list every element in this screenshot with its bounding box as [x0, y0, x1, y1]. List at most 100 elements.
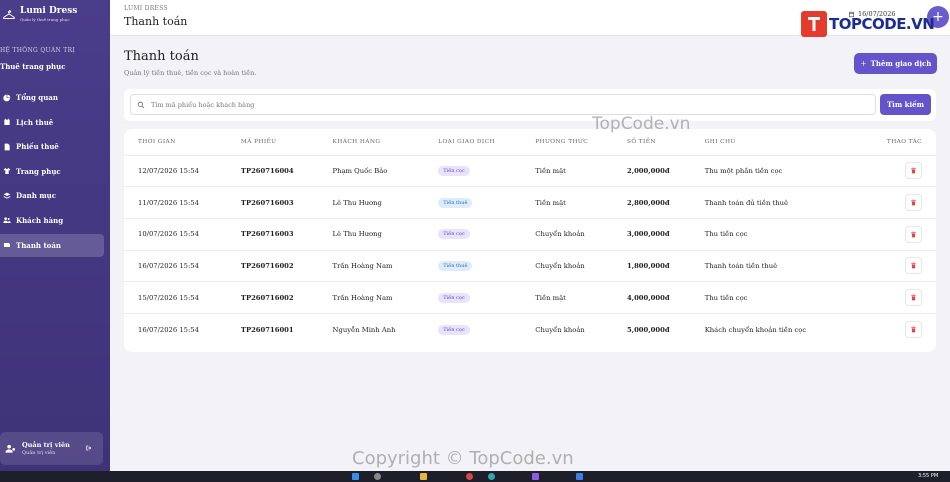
browser-icon[interactable] — [466, 473, 473, 480]
cell-method: Tiền mặt — [521, 186, 613, 219]
sidebar-item-label: Lịch thuê — [16, 117, 54, 127]
cell-time: 16/07/2026 15:54 — [124, 312, 227, 346]
layers-icon — [2, 191, 11, 200]
search-input[interactable] — [151, 100, 851, 109]
topcode-logo-mark-icon — [801, 11, 827, 37]
cell-code: TP260716004 — [226, 154, 319, 187]
cell-actions — [849, 312, 936, 346]
brand-name: Lumi Dress — [20, 6, 78, 16]
sidebar-item-6[interactable]: Thanh toán — [0, 233, 104, 257]
breadcrumb-page: Thanh toán — [124, 15, 188, 28]
search-button[interactable]: Tìm kiếm — [880, 94, 931, 115]
sidebar-group-title: Thuê trang phục — [0, 62, 66, 71]
sidebar-item-label: Thanh toán — [16, 240, 61, 250]
cell-note: Thu một phần tiền cọc — [690, 154, 850, 187]
sidebar-section-title: HỆ THỐNG QUẢN TRỊ — [0, 47, 76, 54]
cell-code: TP260716003 — [226, 217, 319, 251]
sidebar-nav: Tổng quan Lịch thuê Phiếu thuê Trang phục Da… — [0, 86, 110, 258]
cell-type: Tiền cọc — [424, 217, 522, 251]
cell-type: Tiền cọc — [424, 281, 522, 314]
page-title: Thanh toán — [124, 49, 199, 64]
cell-amount: 1,800,000đ — [612, 249, 691, 282]
page-subtitle: Quản lý tiền thuê, tiền cọc và hoàn tiền… — [124, 69, 257, 77]
cell-type: Tiền cọc — [424, 154, 522, 187]
plus-icon — [860, 61, 866, 66]
cell-method: Tiền mặt — [521, 154, 613, 187]
sidebar-item-1[interactable]: Lịch thuê — [0, 111, 104, 134]
user-avatar-icon — [5, 444, 16, 453]
trash-icon — [911, 167, 916, 174]
payments-table: THỜI GIAN MÃ PHIẾU KHÁCH HÀNG LOẠI GIAO DỊC… — [124, 129, 936, 346]
delete-button[interactable] — [905, 194, 922, 212]
cell-time: 10/07/2026 15:54 — [124, 217, 227, 251]
table-row: 10/07/2026 15:54 TP260716003 Lê Thu Hương T… — [124, 217, 936, 251]
column-header: LOẠI GIAO DỊCH — [438, 138, 495, 145]
edge-icon[interactable] — [488, 473, 495, 480]
table-row: 16/07/2026 15:54 TP260716002 Trần Hoàng Na… — [124, 249, 936, 282]
app-icon[interactable] — [532, 473, 539, 480]
trash-icon — [911, 294, 916, 301]
delete-button[interactable] — [905, 289, 922, 307]
table-row: 16/07/2026 15:54 TP260716001 Nguyễn Minh A… — [124, 312, 936, 346]
brand[interactable]: Lumi Dress Quản lý thuê trang phục — [2, 6, 77, 23]
cell-time: 16/07/2026 15:54 — [124, 249, 227, 282]
sidebar-item-3[interactable]: Trang phục — [0, 160, 104, 183]
sidebar-item-2[interactable]: Phiếu thuê — [0, 135, 104, 158]
cell-time: 15/07/2026 15:54 — [124, 281, 227, 314]
cell-actions — [849, 186, 936, 219]
delete-button[interactable] — [905, 257, 922, 275]
file-icon — [2, 142, 11, 151]
cell-customer: Trần Hoàng Nam — [318, 281, 425, 314]
cell-method: Tiền mặt — [521, 281, 613, 314]
type-badge: Tiền cọc — [438, 292, 470, 303]
cell-customer: Phạm Quốc Bảo — [318, 154, 425, 187]
folder-icon[interactable] — [420, 473, 427, 480]
cell-customer: Trần Hoàng Nam — [318, 249, 425, 282]
cell-customer: Nguyễn Minh Anh — [318, 312, 425, 346]
trash-icon — [911, 326, 916, 333]
cell-code: TP260716002 — [226, 249, 319, 282]
cell-customer: Lê Thu Hương — [318, 217, 425, 251]
cell-note: Thanh toán đủ tiền thuê — [690, 186, 850, 219]
watermark-text: TopCode.vn — [592, 114, 691, 134]
sidebar-item-0[interactable]: Tổng quan — [0, 86, 104, 109]
cell-time: 11/07/2026 15:54 — [124, 186, 227, 219]
cell-method: Chuyển khoản — [521, 312, 613, 346]
cell-actions — [849, 249, 936, 282]
search-box[interactable] — [130, 94, 876, 115]
cell-actions — [849, 217, 936, 251]
cell-amount: 4,000,000đ — [612, 281, 691, 314]
column-header: GHI CHÚ — [704, 138, 736, 145]
type-badge: Tiền cọc — [438, 324, 470, 335]
trash-icon — [911, 231, 916, 238]
cell-type: Tiền thuê — [424, 186, 522, 219]
cell-note: Thu tiền cọc — [690, 217, 850, 251]
cell-amount: 3,000,000đ — [612, 217, 691, 251]
os-taskbar: 3:55 PM — [0, 471, 950, 482]
trash-icon — [911, 262, 916, 269]
type-badge: Tiền cọc — [438, 229, 470, 240]
add-transaction-button[interactable]: Thêm giao dịch — [854, 53, 937, 74]
delete-button[interactable] — [905, 321, 922, 339]
search-bar: Tìm kiếm — [124, 89, 936, 121]
user-role: Quản trị viên — [22, 449, 56, 456]
logout-icon[interactable] — [85, 444, 93, 452]
calendar-icon — [2, 118, 11, 127]
brand-subtitle: Quản lý thuê trang phục — [20, 17, 70, 22]
users-icon — [2, 216, 11, 225]
windows-start-icon[interactable] — [352, 473, 359, 480]
sidebar-item-5[interactable]: Khách hàng — [0, 209, 104, 232]
user-name: Quản trị viên — [22, 440, 70, 449]
delete-button[interactable] — [905, 225, 922, 243]
search-icon[interactable] — [374, 473, 381, 480]
code-editor-icon[interactable] — [576, 473, 583, 480]
sidebar-item-4[interactable]: Danh mục — [0, 184, 104, 207]
cell-actions — [849, 281, 936, 314]
sidebar: Lumi Dress Quản lý thuê trang phục HỆ TH… — [0, 0, 110, 471]
sidebar-item-label: Tổng quan — [16, 93, 58, 102]
delete-button[interactable] — [905, 162, 922, 180]
user-card[interactable]: Quản trị viên Quản trị viên — [0, 432, 103, 465]
copyright-watermark: Copyright © TopCode.vn — [352, 448, 574, 469]
type-badge: Tiền thuê — [438, 260, 473, 271]
table-row: 12/07/2026 15:54 TP260716004 Phạm Quốc Bảo… — [124, 154, 936, 187]
